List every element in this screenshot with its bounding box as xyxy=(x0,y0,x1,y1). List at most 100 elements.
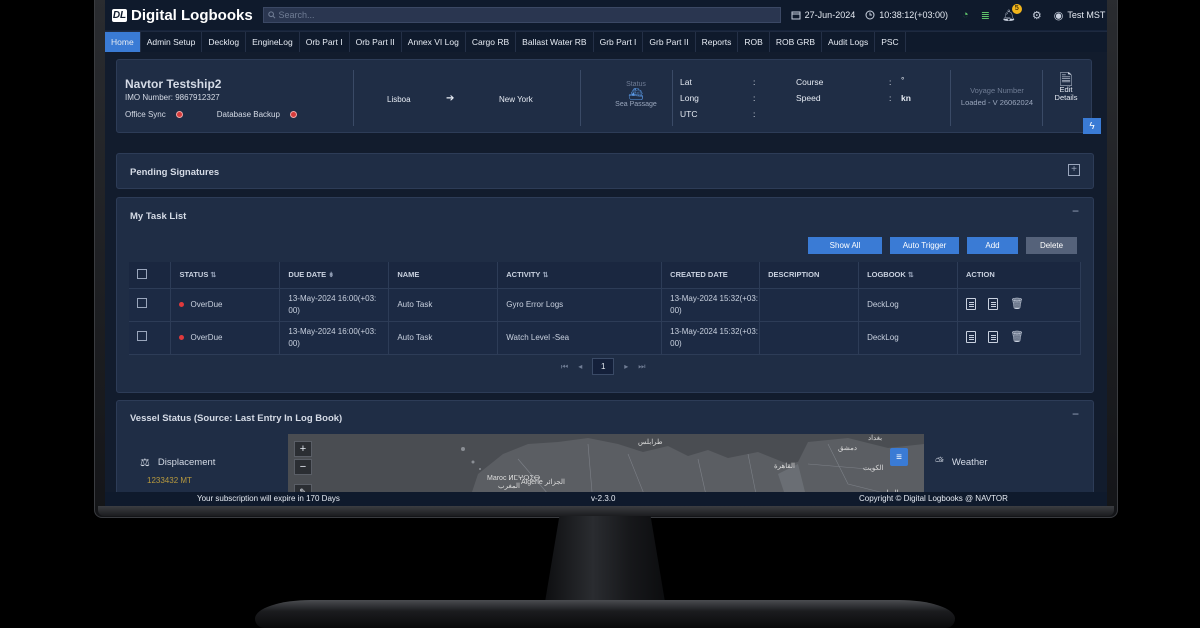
sync-status-row: Office Sync Database Backup xyxy=(125,110,297,119)
nav-cargo-rb[interactable]: Cargo RB xyxy=(466,32,517,52)
sort-desc-icon: ⇟ xyxy=(328,272,335,280)
add-button[interactable]: Add xyxy=(967,237,1018,254)
row-checkbox[interactable] xyxy=(137,297,147,308)
edit-task-icon[interactable] xyxy=(988,331,999,344)
subscription-notice: Your subscription will expire in 170 Day… xyxy=(197,494,340,503)
nav-audit-logs[interactable]: Audit Logs xyxy=(822,32,876,52)
user-name: Test MST xyxy=(1067,10,1106,20)
vessel-status-title: Vessel Status (Source: Last Entry In Log… xyxy=(130,413,343,424)
header-activity[interactable]: ACTIVITY ⇅ xyxy=(497,262,663,289)
collapse-minus-icon[interactable]: − xyxy=(1072,204,1079,218)
nav-orb-part-1[interactable]: Orb Part I xyxy=(300,32,350,52)
nav-admin-setup[interactable]: Admin Setup xyxy=(141,32,203,52)
nav-ballast-water-rb[interactable]: Ballast Water RB xyxy=(516,32,594,52)
header-action: ACTION xyxy=(957,262,1081,289)
trash-icon[interactable]: 🗑︎ xyxy=(1010,331,1024,343)
row-checkbox[interactable] xyxy=(137,330,147,341)
auto-trigger-button[interactable]: Auto Trigger xyxy=(890,237,959,254)
nav-decklog[interactable]: Decklog xyxy=(202,32,247,52)
trash-icon[interactable]: 🗑︎ xyxy=(1010,298,1024,310)
pending-signatures-card: Pending Signatures + xyxy=(116,153,1094,189)
speed-colon: : xyxy=(889,93,892,103)
divider xyxy=(672,70,673,126)
nav-home[interactable]: Home xyxy=(105,32,141,52)
nav-rob[interactable]: ROB xyxy=(738,32,770,52)
office-sync-status-dot xyxy=(175,111,183,118)
top-right-area: 27-Jun-2024 10:38:12(+03:00) ◔ ≣ 🔔︎ 5 ⚙ ◉… xyxy=(791,3,1106,22)
nav-annex-vi-log[interactable]: Annex VI Log xyxy=(402,32,466,52)
next-page-icon[interactable]: ▸ xyxy=(624,362,628,371)
nav-orb-part-2[interactable]: Orb Part II xyxy=(350,32,402,52)
search-input[interactable] xyxy=(278,10,780,20)
utc-colon: : xyxy=(753,109,756,119)
prev-page-icon[interactable]: ◂ xyxy=(578,362,582,371)
sync-status-icon[interactable]: ◔ xyxy=(962,9,969,21)
nav-grb-part-2[interactable]: Grb Part II xyxy=(643,32,696,52)
utc-label: UTC xyxy=(680,109,698,119)
settings-gear-icon[interactable]: ⚙ xyxy=(1032,9,1042,22)
edit-document-icon: 🗎︎ xyxy=(1059,72,1073,89)
expand-plus-icon[interactable]: + xyxy=(1068,164,1080,176)
logbook-cell: DeckLog xyxy=(858,288,959,322)
action-cell: 🗑︎ xyxy=(957,288,1081,322)
speed-label: Speed xyxy=(796,93,821,103)
route-to: New York xyxy=(499,95,533,104)
nav-grb-part-1[interactable]: Grb Part I xyxy=(594,32,644,52)
action-header-label: ACTION xyxy=(966,270,995,280)
user-menu[interactable]: ◉ Test MST xyxy=(1054,9,1106,22)
created-date-header-label: CREATED DATE xyxy=(670,270,728,280)
nav-enginelog[interactable]: EngineLog xyxy=(246,32,300,52)
displacement-label-row: ⚖ Displacement xyxy=(140,456,215,469)
clock-icon xyxy=(865,10,875,20)
nav-psc[interactable]: PSC xyxy=(875,32,906,52)
edit-details-button[interactable]: 🗎︎ Edit Details xyxy=(1048,72,1084,102)
table-row: OverDue 13-May-2024 16:00(+03: 00) Auto T… xyxy=(129,321,1081,355)
map-label: طرابلس xyxy=(638,439,663,446)
divider xyxy=(1042,70,1043,126)
delete-button[interactable]: Delete xyxy=(1026,237,1077,254)
lat-colon: : xyxy=(753,77,756,87)
name-cell: Auto Task xyxy=(388,288,499,322)
description-header-label: DESCRIPTION xyxy=(768,270,820,280)
activity-cell: Gyro Error Logs xyxy=(497,288,663,322)
course-colon: : xyxy=(889,77,892,87)
name-cell: Auto Task xyxy=(388,321,499,355)
displacement-label: Displacement xyxy=(157,457,216,468)
notification-bell-icon[interactable]: 🔔︎ 5 xyxy=(1002,3,1022,22)
voyage-number-value: Loaded - V 26062024 xyxy=(960,98,1034,107)
show-all-button[interactable]: Show All xyxy=(808,237,882,254)
vessel-status-card: Vessel Status (Source: Last Entry In Log… xyxy=(116,400,1094,504)
lat-label: Lat xyxy=(680,77,692,87)
select-all-checkbox[interactable] xyxy=(137,268,147,279)
main-nav: Home Admin Setup Decklog EngineLog Orb P… xyxy=(105,31,1107,52)
first-page-icon[interactable]: ⏮ xyxy=(561,362,568,372)
database-icon[interactable]: ≣ xyxy=(981,9,990,22)
view-task-icon[interactable] xyxy=(966,298,977,311)
map-zoom-in-button[interactable]: + xyxy=(294,441,312,457)
nav-reports[interactable]: Reports xyxy=(696,32,739,52)
map-layers-button[interactable]: ≡ xyxy=(890,448,908,466)
activity-cell: Watch Level -Sea xyxy=(497,321,663,355)
created-date-cell: 13-May-2024 15:32(+03: 00) xyxy=(661,321,761,355)
quick-action-button[interactable]: ϟ xyxy=(1083,118,1101,134)
overdue-dot xyxy=(179,334,185,340)
nav-rob-grb[interactable]: ROB GRB xyxy=(770,32,823,52)
collapse-minus-icon[interactable]: − xyxy=(1072,407,1079,421)
view-task-icon[interactable] xyxy=(966,331,977,344)
header-status[interactable]: STATUS ⇅ xyxy=(170,262,281,289)
current-page[interactable]: 1 xyxy=(592,358,615,375)
map-zoom-out-button[interactable]: − xyxy=(294,459,312,475)
activity-header-label: ACTIVITY xyxy=(506,270,541,280)
last-page-icon[interactable]: ⏭ xyxy=(638,362,645,372)
overdue-dot xyxy=(179,301,185,307)
office-sync-label: Office Sync xyxy=(125,110,166,119)
sort-icon: ⇅ xyxy=(907,272,914,280)
header-select-all xyxy=(129,262,172,289)
map-label: Maroc ⵍⵎⵖⵔⵉⴱ xyxy=(487,475,541,482)
version-label: v-2.3.0 xyxy=(591,494,616,503)
edit-task-icon[interactable] xyxy=(988,298,999,311)
app-logo[interactable]: DL Digital Logbooks xyxy=(112,7,253,24)
header-due-date[interactable]: DUE DATE ⇟ xyxy=(279,262,390,289)
header-logbook[interactable]: LOGBOOK ⇅ xyxy=(858,262,959,289)
vessel-name: Navtor Testship2 xyxy=(125,77,222,91)
